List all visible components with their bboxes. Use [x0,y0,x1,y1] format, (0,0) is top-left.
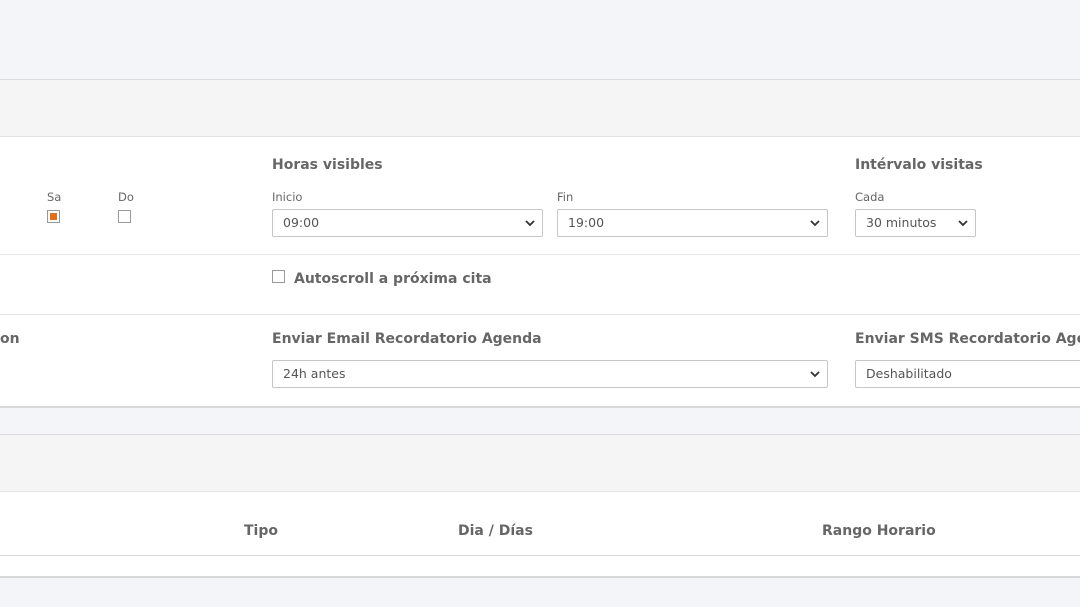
chevron-down-icon [810,371,820,378]
day-label-do: Do [118,190,134,204]
cada-select-value: 30 minutos [866,215,937,230]
inicio-label: Inicio [272,190,303,204]
day-checkbox-sa[interactable] [47,210,60,223]
sms-reminder-select[interactable]: Deshabilitado [855,360,1080,388]
column-header-rango-horario: Rango Horario [822,523,936,539]
sms-reminder-title: Enviar SMS Recordatorio Agenda [855,331,1080,347]
email-reminder-select[interactable]: 24h antes [272,360,828,388]
chevron-down-icon [525,220,535,227]
column-header-tipo: Tipo [244,523,278,539]
sms-reminder-value: Deshabilitado [866,366,952,381]
table-header-divider [0,555,1080,556]
cada-select[interactable]: 30 minutos [855,209,976,237]
autoscroll-label[interactable]: Autoscroll a próxima cita [294,271,492,287]
schedule-card-header [0,434,1080,492]
horas-visibles-title: Horas visibles [272,157,383,173]
day-label-sa: Sa [47,190,62,204]
chevron-down-icon [958,220,968,227]
cada-label: Cada [855,190,885,204]
fin-select[interactable]: 19:00 [557,209,828,237]
email-reminder-title: Enviar Email Recordatorio Agenda [272,331,542,347]
page: Sa Do Horas visibles Inicio 09:00 Fin 19… [0,0,1080,607]
agenda-settings-card: Sa Do Horas visibles Inicio 09:00 Fin 19… [0,137,1080,408]
row-divider [0,254,1080,255]
intervalo-title: Intérvalo visitas [855,157,983,173]
row-divider [0,314,1080,315]
day-checkbox-do[interactable] [118,210,131,223]
email-reminder-value: 24h antes [283,366,346,381]
inicio-select[interactable]: 09:00 [272,209,543,237]
column-header-dias: Dia / Días [458,523,533,539]
fin-select-value: 19:00 [568,215,605,230]
fin-label: Fin [557,190,574,204]
autoscroll-checkbox[interactable] [272,270,285,283]
inicio-select-value: 09:00 [283,215,320,230]
chevron-down-icon [810,220,820,227]
agenda-settings-card-header [0,79,1080,137]
left-section-title-fragment: on [0,331,20,347]
schedule-table: Tipo Dia / Días Rango Horario [0,492,1080,578]
